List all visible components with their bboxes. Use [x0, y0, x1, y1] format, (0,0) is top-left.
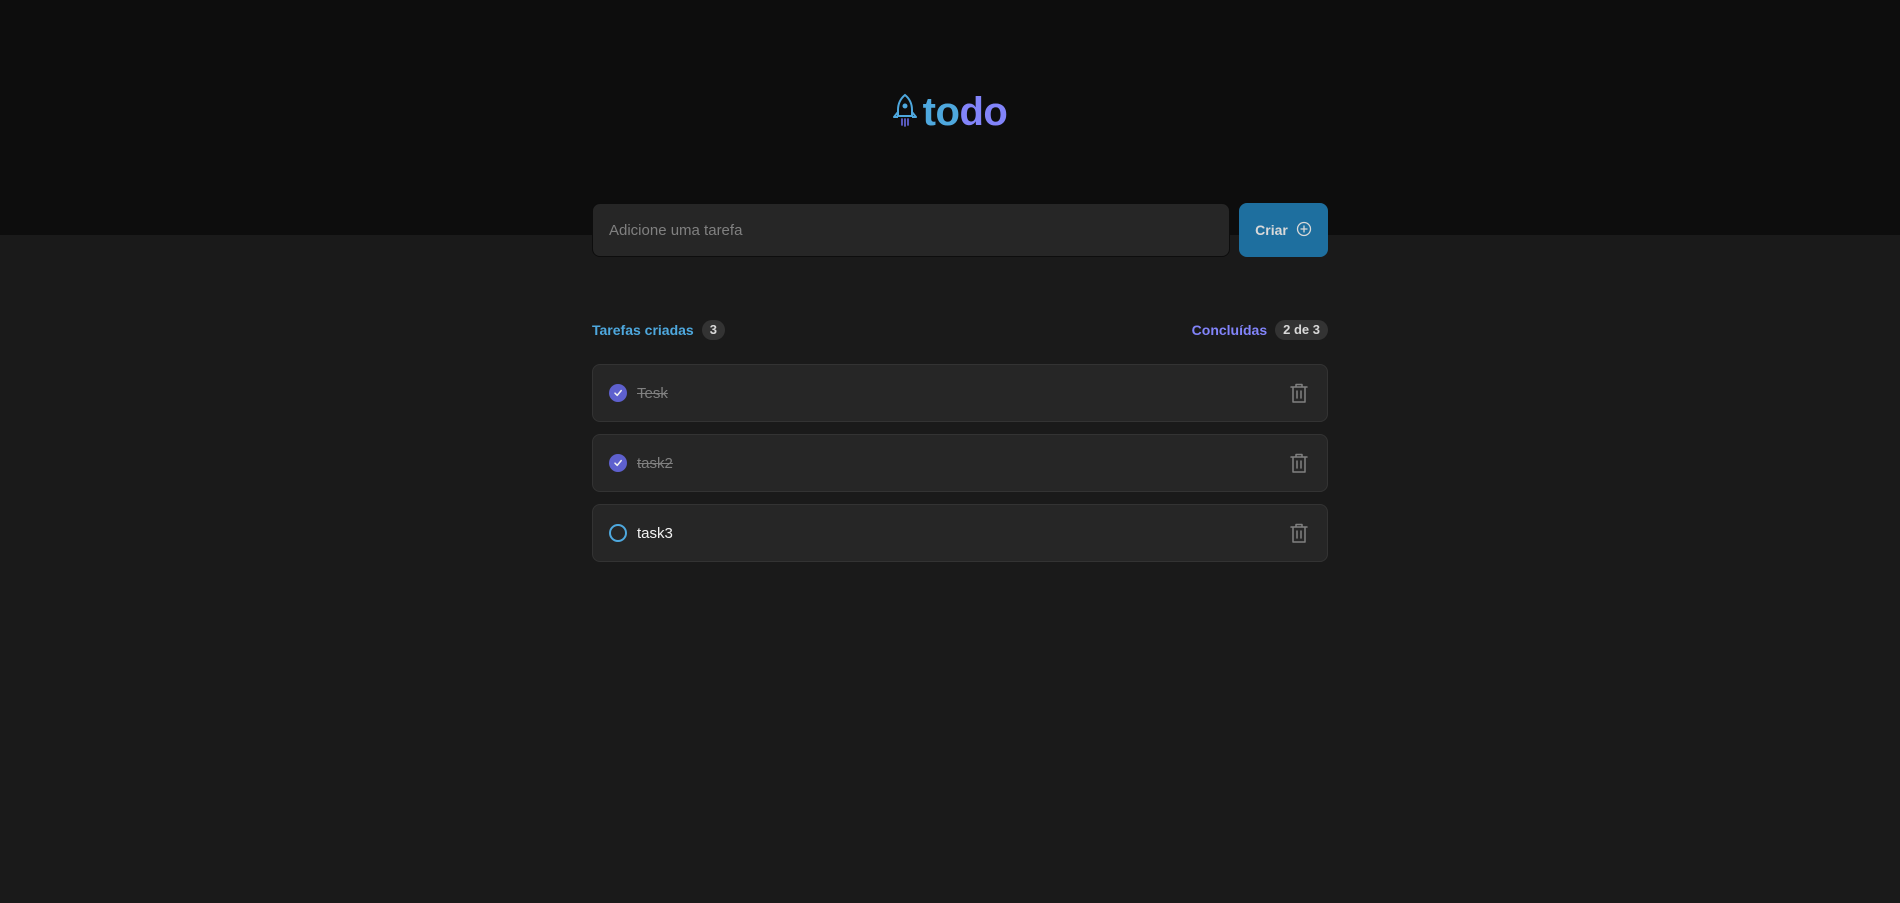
- task-list: Tesk task2 task3: [592, 364, 1328, 562]
- task-text: Tesk: [637, 384, 668, 402]
- task-info: Tarefas criadas 3 Concluídas 2 de 3: [592, 320, 1328, 340]
- done-tasks-label: Concluídas: [1191, 322, 1268, 338]
- task-item: task3: [592, 504, 1328, 562]
- task-checkbox[interactable]: [609, 454, 627, 472]
- logo-text-do: do: [959, 90, 1008, 134]
- task-input[interactable]: [592, 203, 1230, 257]
- new-task-form: Criar: [592, 203, 1328, 257]
- task-text: task3: [637, 524, 673, 542]
- trash-icon[interactable]: [1287, 521, 1311, 545]
- rocket-icon: [892, 93, 917, 132]
- logo-text-to: to: [922, 90, 960, 134]
- plus-circle-icon: [1296, 221, 1312, 240]
- logo: todo: [0, 88, 1900, 136]
- trash-icon[interactable]: [1287, 451, 1311, 475]
- task-text: task2: [637, 454, 673, 472]
- create-button-label: Criar: [1255, 222, 1288, 238]
- check-icon: [614, 389, 622, 397]
- task-checkbox[interactable]: [609, 524, 627, 542]
- create-button[interactable]: Criar: [1239, 203, 1328, 257]
- trash-icon[interactable]: [1287, 381, 1311, 405]
- created-tasks-counter: Tarefas criadas 3: [592, 320, 725, 340]
- logo-text: todo: [923, 88, 1008, 136]
- done-tasks-count: 2 de 3: [1275, 320, 1328, 340]
- task-item: task2: [592, 434, 1328, 492]
- task-item: Tesk: [592, 364, 1328, 422]
- done-tasks-counter: Concluídas 2 de 3: [1192, 320, 1328, 340]
- created-tasks-count: 3: [701, 320, 725, 340]
- created-tasks-label: Tarefas criadas: [592, 322, 694, 338]
- check-icon: [614, 459, 622, 467]
- task-checkbox[interactable]: [609, 384, 627, 402]
